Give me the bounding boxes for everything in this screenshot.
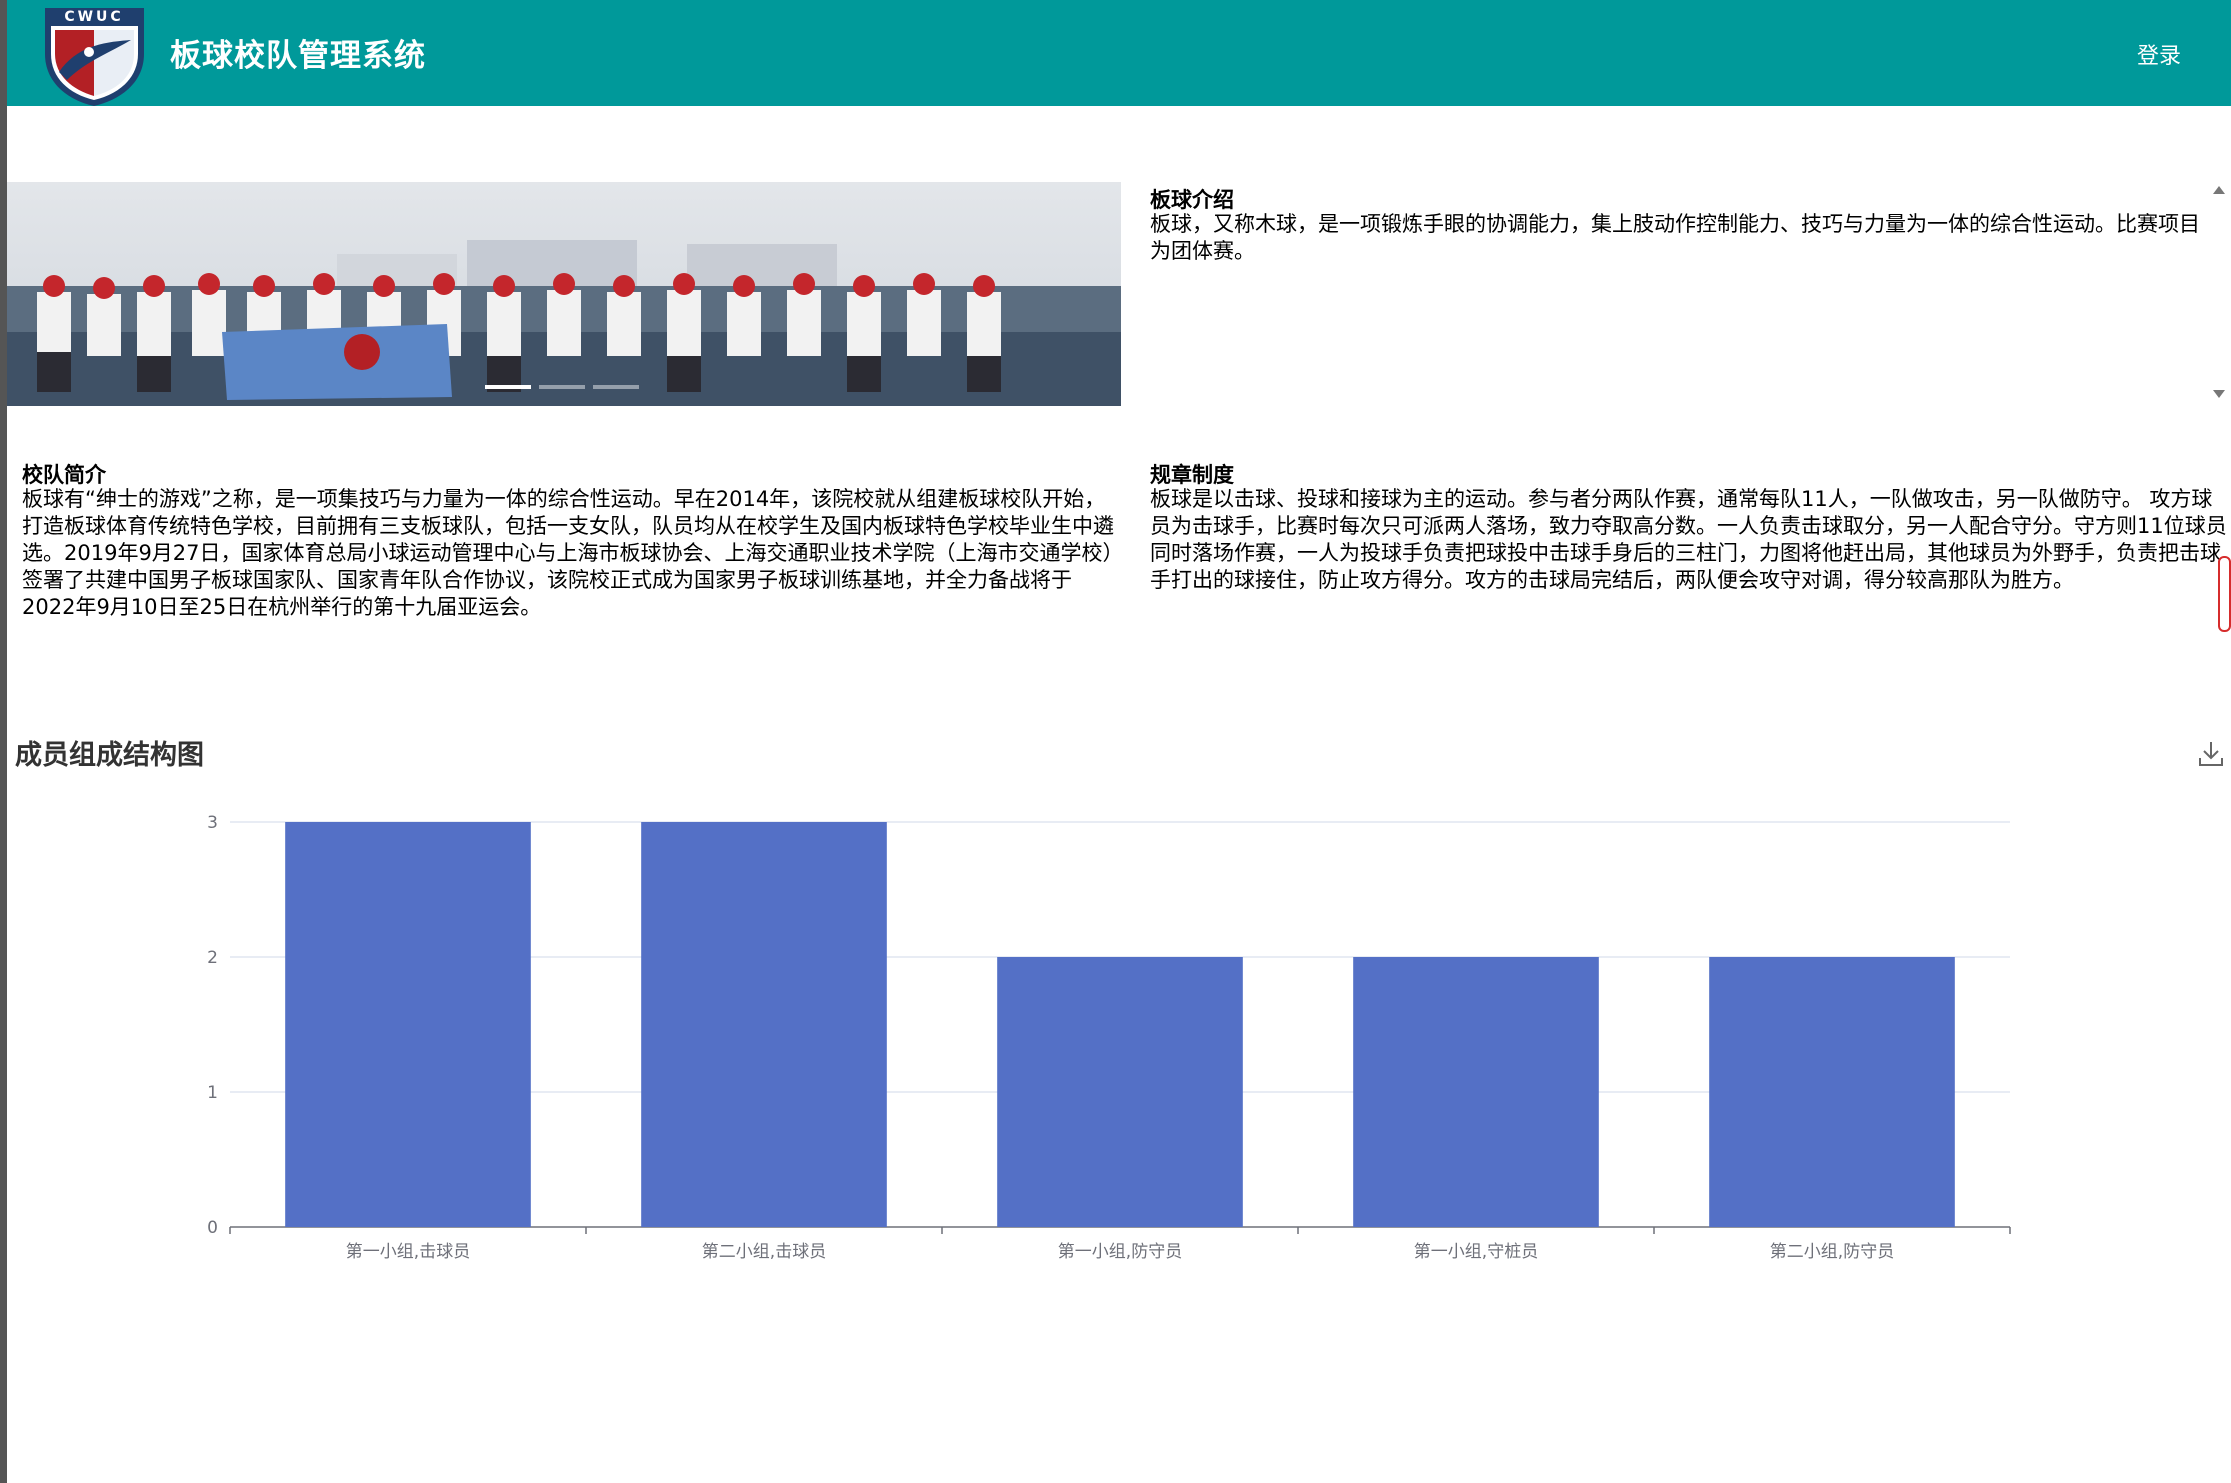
bar [641,822,887,1227]
team-logo: CWUC [45,8,144,106]
x-tick-label: 第一小组,击球员 [346,1242,470,1262]
bar [997,957,1243,1227]
y-tick-label: 1 [207,1083,218,1103]
carousel-dot[interactable] [485,385,531,389]
rules-title: 规章制度 [1150,463,1234,487]
bar [1353,957,1599,1227]
carousel-indicators [485,385,639,389]
y-tick-label: 2 [207,948,218,968]
chart-title: 成员组成结构图 [15,740,204,771]
bar [285,822,531,1227]
x-tick-label: 第二小组,防守员 [1770,1242,1894,1262]
carousel-dot[interactable] [593,385,639,389]
app-title: 板球校队管理系统 [170,38,426,74]
login-link[interactable]: 登录 [2137,38,2181,70]
svg-text:CWUC: CWUC [64,9,123,25]
team-title: 校队简介 [22,463,106,487]
bar [1709,957,1955,1227]
rules-scrollbar[interactable] [2218,556,2231,632]
x-tick-label: 第一小组,守桩员 [1414,1242,1538,1262]
photo-carousel[interactable] [7,182,1121,406]
scroll-up-arrow[interactable] [2213,186,2225,194]
download-icon[interactable] [2198,740,2224,768]
scroll-down-arrow[interactable] [2213,390,2225,398]
header-bar: CWUC 板球校队管理系统 登录 [7,0,2231,106]
rules-text: 板球是以击球、投球和接球为主的运动。参与者分两队作赛，通常每队11人，一队做攻击… [1150,487,2227,592]
y-tick-label: 3 [207,813,218,833]
x-tick-label: 第二小组,击球员 [702,1242,826,1262]
intro-text: 板球，又称木球，是一项锻炼手眼的协调能力，集上肢动作控制能力、技巧与力量为一体的… [1150,212,2200,263]
member-bar-chart: 0 1 2 3 第一小组,击球员 第二小组,击球员 第一小组,防守员 第一小组,守桩员 第二小组… [207,813,2011,1262]
intro-title: 板球介绍 [1150,188,1234,212]
x-tick-label: 第一小组,防守员 [1058,1242,1182,1262]
carousel-dot[interactable] [539,385,585,389]
y-tick-label: 0 [207,1218,218,1238]
team-text: 板球有“绅士的游戏”之称，是一项集技巧与力量为一体的综合性运动。早在2014年，… [22,487,1114,619]
team-photo [7,182,1121,406]
